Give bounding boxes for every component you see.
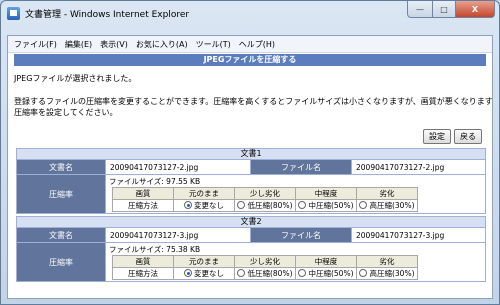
page-header: JPEGファイルを圧縮する xyxy=(14,54,486,66)
ie-app-icon xyxy=(7,7,20,20)
back-button[interactable]: 戻る xyxy=(454,129,482,144)
doc-name-label: 文書名 xyxy=(17,228,106,243)
document-info-row: 文書名 20090417073127-2.jpg ファイル名 200904170… xyxy=(16,160,486,175)
quality-medium: 中程度 xyxy=(295,255,357,268)
file-size: ファイルサイズ: 97.55 KB xyxy=(109,177,201,186)
quality-medium: 中程度 xyxy=(295,187,357,200)
quality-row: 画質 元のまま 少し劣化 中程度 劣化 xyxy=(112,255,418,268)
action-buttons: 設定 戻る xyxy=(423,129,482,144)
maximize-button[interactable]: □ xyxy=(433,1,456,18)
method-row: 圧縮方法 変更なし 低圧縮(80%) 中圧縮(50%) 高圧縮(30%) xyxy=(112,199,418,212)
quality-slight: 少し劣化 xyxy=(234,255,296,268)
file-name-label: ファイル名 xyxy=(251,228,352,243)
radio-icon[interactable] xyxy=(359,201,368,209)
quality-header: 画質 xyxy=(112,187,174,200)
settings-button[interactable]: 設定 xyxy=(423,129,451,144)
quality-slight: 少し劣化 xyxy=(234,187,296,200)
compression-label: 圧縮率 xyxy=(17,175,106,214)
instruction-line-2: 圧縮率を設定してください。 xyxy=(14,108,118,117)
radio-icon[interactable] xyxy=(184,201,192,209)
radio-icon[interactable] xyxy=(184,269,192,277)
option-high-compression[interactable]: 高圧縮(30%) xyxy=(356,267,418,280)
option-low-compression[interactable]: 低圧縮(80%) xyxy=(234,267,296,280)
file-size: ファイルサイズ: 75.38 KB xyxy=(109,245,201,254)
file-name-label: ファイル名 xyxy=(251,160,352,175)
menu-help[interactable]: ヘルプ(H) xyxy=(235,39,279,50)
menu-view[interactable]: 表示(V) xyxy=(96,39,132,50)
radio-icon[interactable] xyxy=(359,269,368,277)
compression-options: ファイルサイズ: 97.55 KB 画質 元のまま 少し劣化 中程度 劣化 圧縮… xyxy=(106,175,486,214)
document-title: 文書1 xyxy=(16,148,486,160)
file-name-value: 20090417073127-3.jpg xyxy=(352,228,486,243)
quality-original: 元のまま xyxy=(173,187,235,200)
browser-client: ファイル(F) 編集(E) 表示(V) お気に入り(A) ツール(T) ヘルプ(… xyxy=(7,35,493,299)
title-bar: 文書管理 - Windows Internet Explorer — □ X xyxy=(1,1,499,27)
option-no-change[interactable]: 変更なし xyxy=(173,267,235,280)
selected-message: JPEGファイルが選択されました。 xyxy=(14,74,137,83)
compression-area: 圧縮率 ファイルサイズ: 75.38 KB 画質 元のまま 少し劣化 中程度 劣… xyxy=(16,243,486,282)
quality-original: 元のまま xyxy=(173,255,235,268)
document-title: 文書2 xyxy=(16,216,486,228)
radio-icon[interactable] xyxy=(298,269,307,277)
file-name-value: 20090417073127-2.jpg xyxy=(352,160,486,175)
option-medium-compression[interactable]: 中圧縮(50%) xyxy=(295,199,357,212)
quality-degraded: 劣化 xyxy=(356,255,418,268)
compression-options: ファイルサイズ: 75.38 KB 画質 元のまま 少し劣化 中程度 劣化 圧縮… xyxy=(106,243,486,282)
option-low-compression[interactable]: 低圧縮(80%) xyxy=(234,199,296,212)
doc-name-value: 20090417073127-2.jpg xyxy=(106,160,251,175)
option-medium-compression[interactable]: 中圧縮(50%) xyxy=(295,267,357,280)
instruction-line-1: 登録するファイルの圧縮率を変更することができます。圧縮率を高くするとファイルサイ… xyxy=(14,97,492,106)
method-row: 圧縮方法 変更なし 低圧縮(80%) 中圧縮(50%) 高圧縮(30%) xyxy=(112,267,418,280)
radio-icon[interactable] xyxy=(237,201,246,209)
compression-label: 圧縮率 xyxy=(17,243,106,282)
option-high-compression[interactable]: 高圧縮(30%) xyxy=(356,199,418,212)
document-info-row: 文書名 20090417073127-3.jpg ファイル名 200904170… xyxy=(16,228,486,243)
menu-edit[interactable]: 編集(E) xyxy=(61,39,96,50)
minimize-button[interactable]: — xyxy=(407,1,433,18)
compression-table: 画質 元のまま 少し劣化 中程度 劣化 圧縮方法 変更なし 低圧縮(80%) 中… xyxy=(112,187,418,212)
quality-header: 画質 xyxy=(112,255,174,268)
compression-table: 画質 元のまま 少し劣化 中程度 劣化 圧縮方法 変更なし 低圧縮(80%) 中… xyxy=(112,255,418,280)
menu-file[interactable]: ファイル(F) xyxy=(10,39,61,50)
method-header: 圧縮方法 xyxy=(112,267,174,280)
radio-icon[interactable] xyxy=(298,201,307,209)
document-section-1: 文書1 文書名 20090417073127-2.jpg ファイル名 20090… xyxy=(16,148,486,214)
menu-favorites[interactable]: お気に入り(A) xyxy=(132,39,192,50)
doc-name-label: 文書名 xyxy=(17,160,106,175)
compression-area: 圧縮率 ファイルサイズ: 97.55 KB 画質 元のまま 少し劣化 中程度 劣… xyxy=(16,175,486,214)
browser-window: 文書管理 - Windows Internet Explorer — □ X フ… xyxy=(0,0,500,305)
document-section-2: 文書2 文書名 20090417073127-3.jpg ファイル名 20090… xyxy=(16,216,486,282)
doc-name-value: 20090417073127-3.jpg xyxy=(106,228,251,243)
method-header: 圧縮方法 xyxy=(112,199,174,212)
window-controls: — □ X xyxy=(407,1,495,18)
window-title: 文書管理 - Windows Internet Explorer xyxy=(25,10,190,20)
option-no-change[interactable]: 変更なし xyxy=(173,199,235,212)
page-content: JPEGファイルを圧縮する JPEGファイルが選択されました。 登録するファイル… xyxy=(8,53,492,298)
radio-icon[interactable] xyxy=(237,269,246,277)
close-button[interactable]: X xyxy=(456,1,495,18)
menu-tools[interactable]: ツール(T) xyxy=(192,39,235,50)
quality-row: 画質 元のまま 少し劣化 中程度 劣化 xyxy=(112,187,418,200)
menu-bar: ファイル(F) 編集(E) 表示(V) お気に入り(A) ツール(T) ヘルプ(… xyxy=(8,36,492,53)
quality-degraded: 劣化 xyxy=(356,187,418,200)
